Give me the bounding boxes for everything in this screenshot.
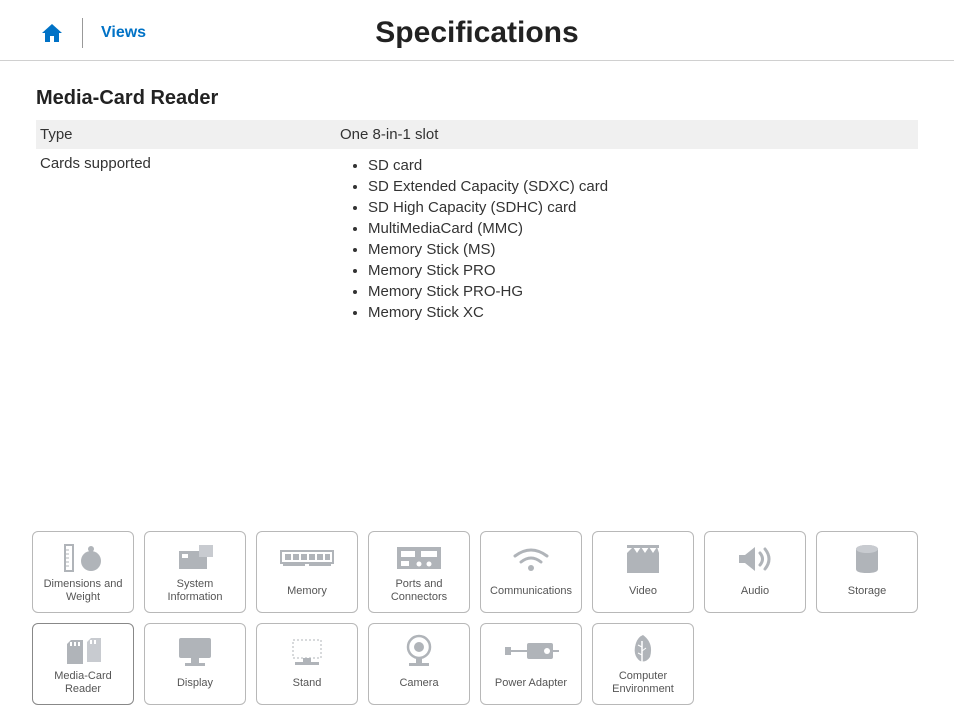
spec-row-cards: Cards supported SD card SD Extended Capa…	[36, 149, 918, 329]
views-link[interactable]: Views	[101, 24, 146, 42]
home-button[interactable]	[40, 22, 64, 44]
list-item: MultiMediaCard (MMC)	[368, 218, 914, 239]
tile-label: Storage	[848, 580, 887, 604]
tile-label: Camera	[399, 672, 438, 696]
list-item: Memory Stick XC	[368, 302, 914, 323]
tile-label: Stand	[293, 672, 322, 696]
tiles-nav: Dimensions and Weight System Information	[32, 531, 922, 705]
tile-display[interactable]: Display	[144, 623, 246, 705]
list-item: Memory Stick (MS)	[368, 239, 914, 260]
tile-stand[interactable]: Stand	[256, 623, 358, 705]
list-item: Memory Stick PRO	[368, 260, 914, 281]
tile-computer-environment[interactable]: Computer Environment	[592, 623, 694, 705]
dimensions-weight-icon	[37, 538, 129, 578]
tile-label: Communications	[490, 580, 572, 604]
tile-label: Ports and Connectors	[373, 578, 465, 604]
tile-communications[interactable]: Communications	[480, 531, 582, 613]
tile-ports-connectors[interactable]: Ports and Connectors	[368, 531, 470, 613]
media-card-icon	[37, 630, 129, 670]
header-divider	[82, 18, 83, 48]
tile-label: Display	[177, 672, 213, 696]
content: Media-Card Reader Type One 8-in-1 slot C…	[0, 61, 954, 329]
tile-label: Audio	[741, 580, 769, 604]
tile-camera[interactable]: Camera	[368, 623, 470, 705]
list-item: Memory Stick PRO-HG	[368, 281, 914, 302]
spec-row-type: Type One 8-in-1 slot	[36, 120, 918, 149]
power-adapter-icon	[485, 630, 577, 672]
audio-icon	[709, 538, 801, 580]
spec-label-cards: Cards supported	[40, 155, 340, 172]
list-item: SD card	[368, 155, 914, 176]
system-information-icon	[149, 538, 241, 578]
camera-icon	[373, 630, 465, 672]
tile-dimensions-weight[interactable]: Dimensions and Weight	[32, 531, 134, 613]
tile-label: Dimensions and Weight	[37, 578, 129, 604]
home-icon	[40, 22, 64, 44]
list-item: SD High Capacity (SDHC) card	[368, 197, 914, 218]
spec-value-type: One 8-in-1 slot	[340, 126, 914, 143]
tile-label: System Information	[149, 578, 241, 604]
tile-label: Power Adapter	[495, 672, 567, 696]
section-title: Media-Card Reader	[36, 87, 918, 110]
spec-value-cards: SD card SD Extended Capacity (SDXC) card…	[340, 155, 914, 323]
tile-audio[interactable]: Audio	[704, 531, 806, 613]
tile-memory[interactable]: Memory	[256, 531, 358, 613]
display-icon	[149, 630, 241, 672]
ports-connectors-icon	[373, 538, 465, 578]
page-title: Specifications	[375, 16, 578, 50]
tile-media-card-reader[interactable]: Media-Card Reader	[32, 623, 134, 705]
stand-icon	[261, 630, 353, 672]
video-icon	[597, 538, 689, 580]
spec-label-type: Type	[40, 126, 340, 143]
leaf-icon	[597, 630, 689, 670]
tile-storage[interactable]: Storage	[816, 531, 918, 613]
tile-label: Video	[629, 580, 657, 604]
memory-icon	[261, 538, 353, 580]
wifi-icon	[485, 538, 577, 580]
header: Views Specifications	[0, 0, 954, 61]
tile-video[interactable]: Video	[592, 531, 694, 613]
list-item: SD Extended Capacity (SDXC) card	[368, 176, 914, 197]
tile-label: Media-Card Reader	[37, 670, 129, 696]
tile-label: Computer Environment	[597, 670, 689, 696]
tile-system-information[interactable]: System Information	[144, 531, 246, 613]
cards-list: SD card SD Extended Capacity (SDXC) card…	[340, 155, 914, 323]
tile-label: Memory	[287, 580, 327, 604]
tile-power-adapter[interactable]: Power Adapter	[480, 623, 582, 705]
storage-icon	[821, 538, 913, 580]
